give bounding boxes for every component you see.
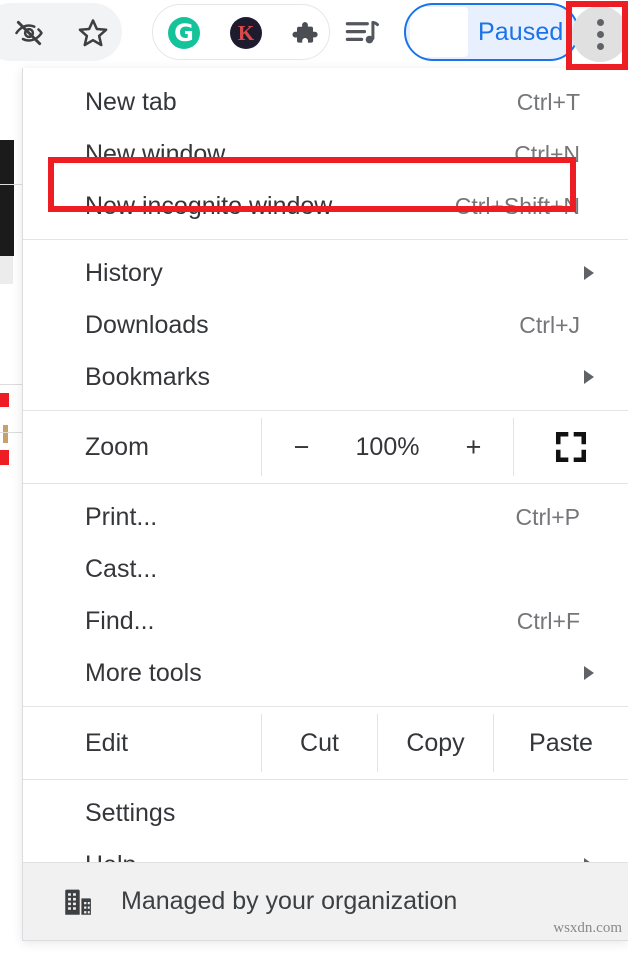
menu-item-label: Cast... — [85, 557, 157, 582]
menu-item-new-window[interactable]: New window Ctrl+N — [23, 128, 628, 180]
chevron-right-icon — [584, 266, 594, 280]
menu-item-print[interactable]: Print... Ctrl+P — [23, 491, 628, 543]
watermark: wsxdn.com — [553, 920, 622, 937]
zoom-controls: − 100% + — [261, 418, 513, 476]
backdrop-gray-block — [0, 256, 13, 284]
menu-separator — [23, 239, 628, 240]
menu-item-label: New tab — [85, 90, 177, 115]
backdrop-divider — [0, 184, 22, 185]
chevron-right-icon — [584, 666, 594, 680]
edit-row: Edit Cut Copy Paste — [23, 714, 628, 772]
menu-item-shortcut: Ctrl+F — [517, 610, 602, 633]
avatar — [410, 7, 468, 57]
star-icon[interactable] — [74, 14, 112, 52]
edit-label-text: Edit — [85, 731, 128, 756]
profile-status-pill[interactable]: Paused — [404, 3, 579, 61]
menu-item-new-incognito-window[interactable]: New incognito window Ctrl+Shift+N — [23, 180, 628, 232]
menu-separator — [23, 706, 628, 707]
menu-item-find[interactable]: Find... Ctrl+F — [23, 595, 628, 647]
cut-label: Cut — [300, 731, 339, 756]
backdrop-divider — [0, 432, 22, 433]
menu-item-label: New window — [85, 142, 225, 167]
chrome-menu-button[interactable] — [572, 6, 628, 62]
chevron-right-icon — [584, 370, 594, 384]
menu-item-shortcut: Ctrl+T — [517, 91, 602, 114]
menu-item-shortcut: Ctrl+N — [514, 143, 602, 166]
menu-dot — [597, 31, 604, 38]
menu-item-label: More tools — [85, 661, 202, 686]
menu-separator — [23, 483, 628, 484]
menu-dot — [597, 43, 604, 50]
edit-label: Edit — [23, 714, 261, 772]
menu-item-bookmarks[interactable]: Bookmarks — [23, 351, 628, 403]
fullscreen-button[interactable] — [513, 418, 628, 476]
menu-item-settings[interactable]: Settings — [23, 787, 628, 839]
menu-item-label: Bookmarks — [85, 365, 210, 390]
grammarly-extension-icon[interactable]: G — [168, 17, 200, 49]
zoom-level-value: 100% — [333, 435, 443, 460]
menu-item-more-tools[interactable]: More tools — [23, 647, 628, 699]
extensions-puzzle-icon[interactable] — [288, 17, 320, 49]
media-control-icon[interactable] — [344, 16, 382, 52]
menu-separator — [23, 410, 628, 411]
menu-item-label: Print... — [85, 505, 157, 530]
zoom-label: Zoom — [23, 418, 261, 476]
menu-item-shortcut: Ctrl+Shift+N — [455, 195, 602, 218]
managed-by-organization-row[interactable]: Managed by your organization — [23, 862, 628, 940]
menu-item-shortcut: Ctrl+P — [515, 506, 602, 529]
kaspersky-glyph: K — [238, 23, 254, 44]
backdrop-red-mark — [0, 393, 9, 407]
menu-item-shortcut: Ctrl+J — [519, 314, 602, 337]
menu-dot — [597, 19, 604, 26]
menu-item-new-tab[interactable]: New tab Ctrl+T — [23, 76, 628, 128]
status-badge: Paused — [478, 18, 563, 47]
zoom-label-text: Zoom — [85, 435, 149, 460]
page-backdrop — [0, 68, 22, 941]
menu-item-label: New incognito window — [85, 194, 332, 219]
backdrop-divider — [0, 384, 22, 385]
backdrop-red-mark — [0, 450, 9, 465]
paste-label: Paste — [529, 731, 593, 756]
menu-separator — [23, 779, 628, 780]
zoom-row: Zoom − 100% + — [23, 418, 628, 476]
menu-item-downloads[interactable]: Downloads Ctrl+J — [23, 299, 628, 351]
copy-button[interactable]: Copy — [377, 714, 493, 772]
paste-button[interactable]: Paste — [493, 714, 628, 772]
menu-item-cast[interactable]: Cast... — [23, 543, 628, 595]
menu-item-history[interactable]: History — [23, 247, 628, 299]
backdrop-dark-block — [0, 140, 14, 256]
menu-item-label: Settings — [85, 801, 175, 826]
menu-item-label: Find... — [85, 609, 154, 634]
zoom-out-button[interactable]: − — [271, 434, 333, 461]
zoom-in-button[interactable]: + — [443, 434, 505, 461]
chrome-main-menu: New tab Ctrl+T New window Ctrl+N New inc… — [22, 68, 628, 941]
backdrop-tan-mark — [3, 425, 8, 443]
managed-by-organization-label: Managed by your organization — [121, 889, 457, 914]
browser-toolbar: G K Paused — [0, 0, 628, 68]
eye-off-icon[interactable] — [10, 14, 48, 52]
menu-item-label: History — [85, 261, 163, 286]
organization-building-icon — [61, 885, 95, 919]
fullscreen-icon — [554, 430, 588, 464]
cut-button[interactable]: Cut — [261, 714, 377, 772]
menu-item-label: Downloads — [85, 313, 209, 338]
kaspersky-extension-icon[interactable]: K — [230, 17, 262, 49]
copy-label: Copy — [406, 731, 464, 756]
grammarly-glyph: G — [174, 21, 194, 45]
